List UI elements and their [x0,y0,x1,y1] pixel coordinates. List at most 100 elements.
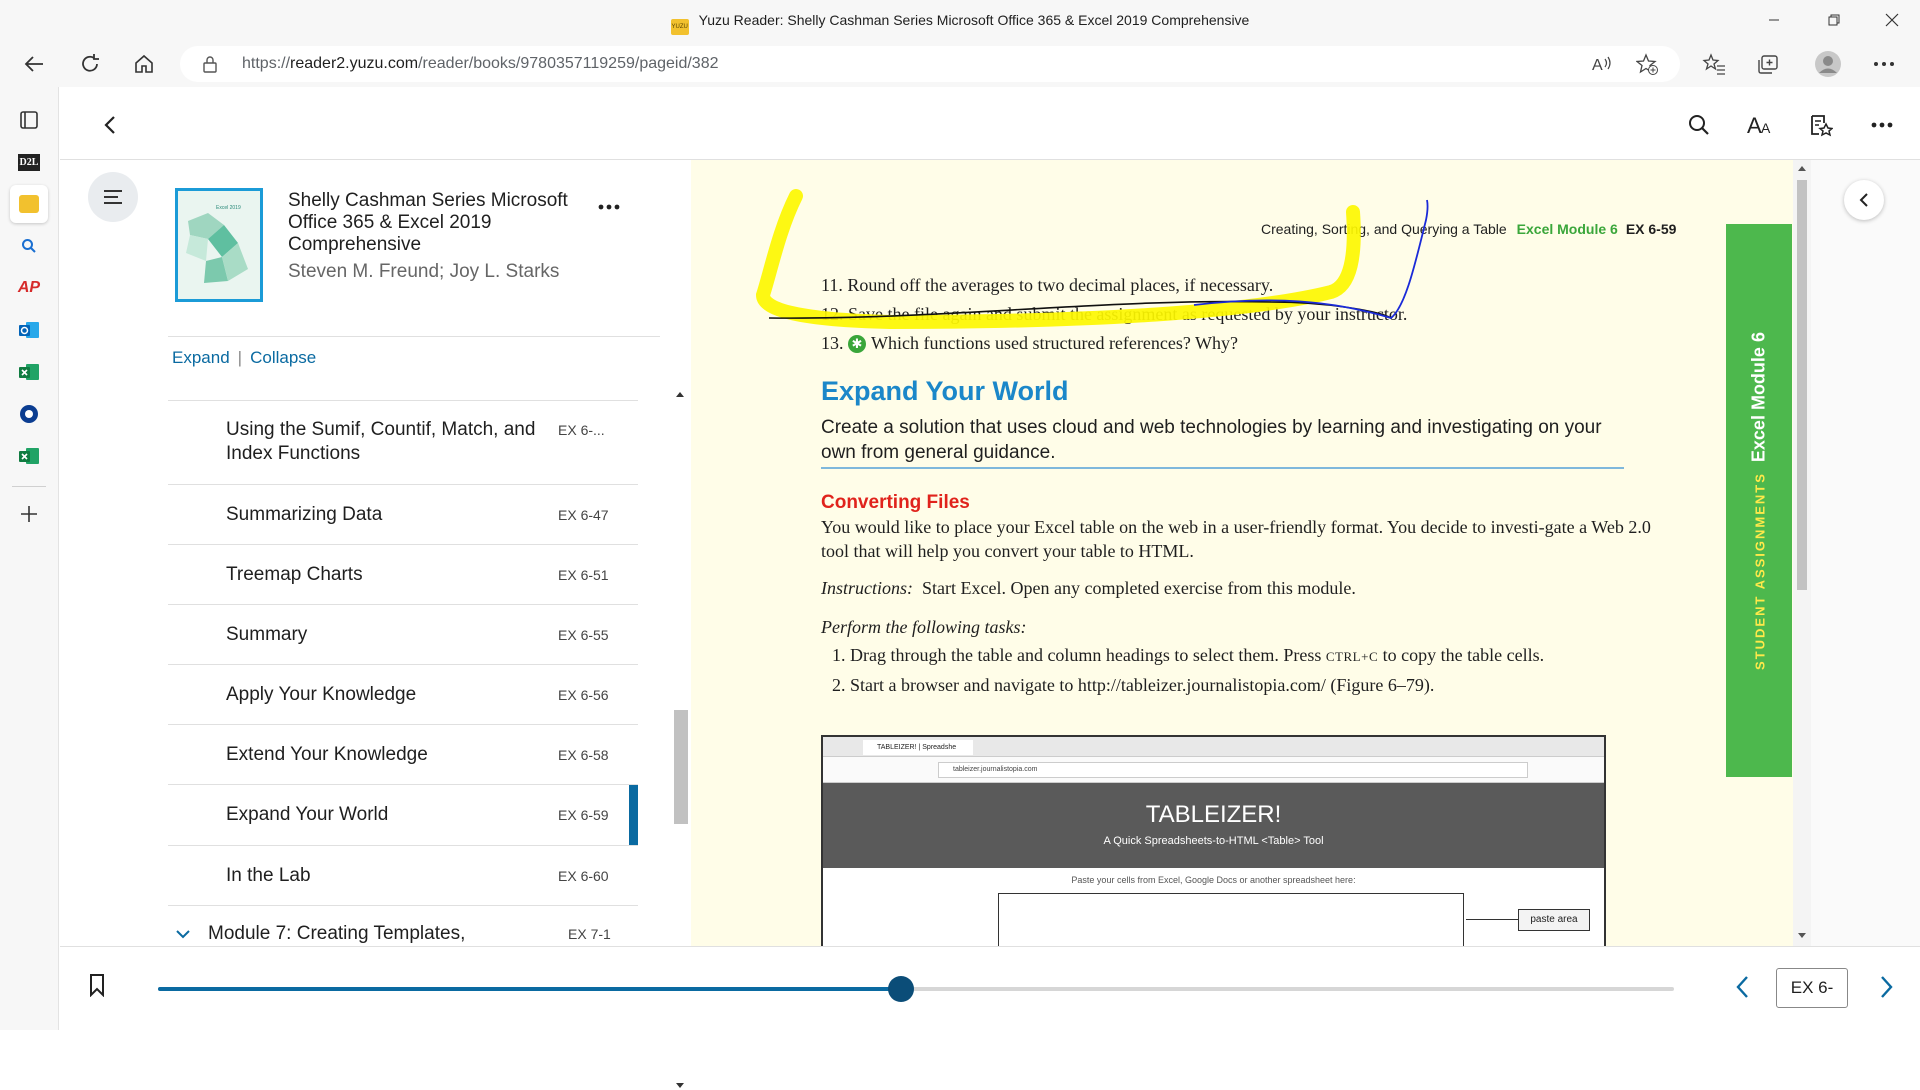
scroll-up-icon [1798,166,1806,171]
scroll-up-icon [676,392,684,397]
home-icon [135,54,153,73]
favorites-button[interactable] [1696,48,1732,80]
previous-page-button[interactable] [1735,975,1749,1004]
book-options-button[interactable] [598,190,620,216]
window-title-bar: YUZU Yuzu Reader: Shelly Cashman Series M… [0,0,1920,41]
book-page: Creating, Sorting, and Querying a Table E… [691,160,1793,946]
toc-scrollbar[interactable] [672,390,688,1088]
toc-item[interactable]: Extend Your Knowledge EX 6-58 [168,724,638,784]
sidebar-item-outlook[interactable] [10,311,48,349]
book-cover[interactable]: Excel 2019 [175,188,263,302]
home-button[interactable] [126,48,162,80]
figure-callout-line [1466,919,1518,920]
sidebar-item-yuzu[interactable] [10,185,48,223]
text-size-button[interactable]: AA [1740,105,1780,145]
toc-scroll-thumb[interactable] [674,710,688,824]
chevron-down-icon [176,930,190,939]
toc-item-module[interactable]: Module 7: Creating Templates, EX 7-1 [168,905,638,946]
toc-item-page: EX 7-1 [568,926,611,942]
collapse-link[interactable]: Collapse [250,348,316,367]
toc-item-page: EX 6-59 [558,807,609,823]
minimize-button[interactable] [1752,6,1796,34]
page-progress-slider[interactable] [158,976,1674,1002]
toc-item-label: Module 7: Creating Templates, [208,923,466,944]
chevron-left-icon [1736,976,1748,998]
read-aloud-button[interactable]: A [1587,52,1617,76]
address-bar[interactable]: https://reader2.yuzu.com/reader/books/97… [180,46,1680,82]
close-window-button[interactable] [1870,6,1914,34]
progress-knob[interactable] [887,976,914,1002]
figure-paste-note: Paste your cells from Excel, Google Docs… [1071,875,1356,885]
toc-item[interactable]: Using the Sumif, Countif, Match, and Ind… [168,400,638,484]
yuzu-icon [19,195,39,213]
toc-item[interactable]: In the Lab EX 6-60 [168,845,638,905]
yellow-highlight-stroke [755,189,1361,330]
tab-actions-button[interactable] [10,101,48,139]
refresh-button[interactable] [72,48,108,80]
profile-button[interactable] [1810,48,1846,80]
page-number-input[interactable] [1776,968,1848,1008]
refresh-icon [82,54,99,72]
sidebar-item-d2l[interactable]: D2L [10,143,48,181]
reader-more-button[interactable] [1862,105,1902,145]
next-page-button[interactable] [1880,975,1894,1004]
yuzu-favicon: YUZU [670,19,689,35]
browser-toolbar: https://reader2.yuzu.com/reader/books/97… [0,41,1920,87]
expand-link[interactable]: Expand [172,348,230,367]
side-tab-label: STUDENT ASSIGNMENTS [1752,471,1768,670]
page-scrollbar[interactable] [1793,160,1811,946]
page-scroll-thumb[interactable] [1797,180,1807,590]
collections-button[interactable] [1750,48,1786,80]
sidebar-item-app[interactable] [10,395,48,433]
excel-icon [19,364,39,380]
ap-icon: AP [17,279,41,296]
collections-icon [1758,55,1778,74]
toc-item-label: Treemap Charts [226,564,363,585]
toc-item[interactable]: Summary EX 6-55 [168,604,638,664]
d2l-icon: D2L [17,153,41,171]
figure-browser-tabs: TABLEIZER! | Spreadshe [823,737,1604,757]
tab-actions-icon [20,111,38,129]
toc-item-label: Summary [226,624,308,645]
arrow-left-icon [24,56,43,72]
notes-button[interactable] [1801,105,1841,145]
add-favorite-button[interactable] [1632,52,1662,76]
window-title: YUZU Yuzu Reader: Shelly Cashman Series M… [0,12,1920,35]
restore-button[interactable] [1812,6,1856,34]
search-icon [22,239,36,253]
toc-item-page: EX 6-56 [558,687,609,703]
toc-menu-button[interactable] [88,172,138,222]
favorites-icon [1702,53,1725,75]
reader-back-button[interactable] [90,105,130,145]
figure-callout: paste area [1518,909,1590,931]
figure-banner: TABLEIZER! A Quick Spreadsheets-to-HTML … [823,783,1604,868]
toc-item-label: In the Lab [226,865,311,886]
reader-search-button[interactable] [1679,105,1719,145]
bookmark-button[interactable] [88,973,106,1002]
toc-item-active[interactable]: Expand Your World EX 6-59 [168,784,638,845]
sidebar-item-excel[interactable] [10,353,48,391]
read-aloud-icon: A [1592,56,1611,73]
svg-text:A: A [1761,120,1771,136]
figure-paste-box [998,893,1464,946]
side-panel-toggle-button[interactable] [1844,180,1884,220]
toc-item-label: Extend Your Knowledge [226,744,428,765]
svg-text:Excel 2019: Excel 2019 [216,205,241,211]
lock-icon [203,56,217,73]
toc-item-label: Using the Sumif, Countif, Match, and Ind… [226,419,536,464]
toc-item[interactable]: Treemap Charts EX 6-51 [168,544,638,604]
chevron-left-icon [1859,193,1868,207]
sidebar-item-search[interactable] [10,227,48,265]
toc-item[interactable]: Apply Your Knowledge EX 6-56 [168,664,638,724]
sidebar-item-excel-2[interactable] [10,437,48,475]
toc-item-label: Summarizing Data [226,504,383,525]
chevron-left-icon [104,116,115,134]
profile-icon [1815,51,1841,77]
sidebar-item-ap[interactable]: AP [10,269,48,307]
back-button[interactable] [16,48,52,80]
sidebar-add-button[interactable] [10,495,48,533]
sidebar-divider [12,486,46,487]
toc-item[interactable]: Summarizing Data EX 6-47 [168,484,638,544]
book-title: Shelly Cashman Series Microsoft Office 3… [288,190,568,255]
browser-menu-button[interactable] [1866,48,1902,80]
